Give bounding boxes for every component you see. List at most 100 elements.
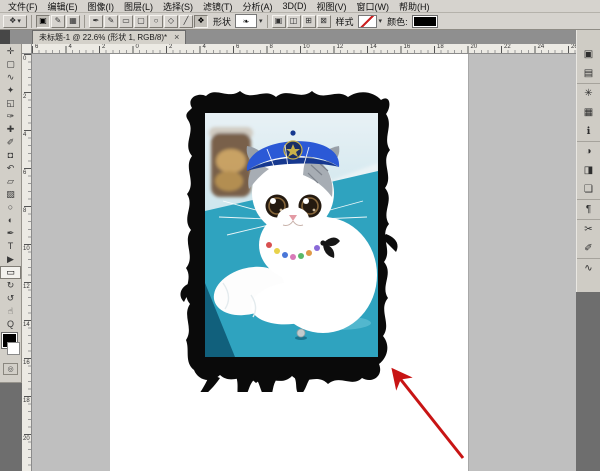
framed-cat-artwork[interactable] <box>176 84 398 392</box>
shape-color-swatch[interactable] <box>412 15 438 28</box>
shape-tool-button[interactable]: ◇ <box>164 15 178 28</box>
ruler-corner[interactable] <box>22 44 32 54</box>
close-icon[interactable]: × <box>174 33 179 42</box>
menu-item[interactable]: 滤镜(T) <box>198 0 238 13</box>
tool-options-bar: ❖ ▾ ▣ ✎ ▦ ✒ ✎ ▭ ▢ ○ <box>0 13 600 30</box>
animation-panel-icon: ∿ <box>584 263 592 274</box>
shape-preset-thumbnail[interactable]: ❧ <box>235 14 257 28</box>
ruler-tick-label: 14 <box>23 322 30 328</box>
shape-tool-button[interactable]: ▢ <box>134 15 148 28</box>
toolbar-tool[interactable]: ✛ <box>0 45 21 58</box>
menu-item[interactable]: 文件(F) <box>3 0 43 13</box>
path-operation-button[interactable]: ⊠ <box>317 15 331 28</box>
draw-mode-button[interactable]: ✎ <box>51 15 65 28</box>
toolbar-tool[interactable]: ✒ <box>0 227 21 240</box>
path-operation-button[interactable]: ▣ <box>272 15 286 28</box>
tool-icon: ◱ <box>6 99 15 108</box>
tool-icon: ✐ <box>7 138 15 147</box>
toolbar-tool[interactable]: ✚ <box>0 123 21 136</box>
draw-mode-button[interactable]: ▦ <box>66 15 80 28</box>
toolbar-tool[interactable]: ▭ <box>0 266 21 279</box>
toolbar-tool[interactable]: ☝ <box>0 305 21 318</box>
toolbar-tool[interactable]: ↺ <box>0 292 21 305</box>
ruler-tick-label: 2 <box>169 44 172 50</box>
horizontal-ruler[interactable]: 6 4 2 0 2 4 6 8 10 12 14 16 18 20 22 <box>32 44 576 54</box>
toolbar-tool[interactable]: ◐ <box>0 214 21 227</box>
tool-panel-footer <box>0 377 22 383</box>
ruler-tick-label: 16 <box>404 44 411 50</box>
toolbar-tool[interactable]: ↶ <box>0 162 21 175</box>
histogram-panel-icon: ▤ <box>584 68 593 79</box>
menu-item[interactable]: 编辑(E) <box>43 0 83 13</box>
menu-item[interactable]: 分析(A) <box>238 0 278 13</box>
path-operation-icon: ⊠ <box>320 17 327 25</box>
tool-icon: ↻ <box>7 281 15 290</box>
toolbar-tool[interactable]: ◘ <box>0 149 21 162</box>
toolbar-tool[interactable]: ∿ <box>0 71 21 84</box>
tool-icon: ▢ <box>6 60 15 69</box>
tool-icon: ▨ <box>6 190 15 199</box>
shape-tool-icon: ○ <box>154 17 159 25</box>
shape-tool-icon: ▭ <box>122 17 130 25</box>
ruler-tick-label: 20 <box>471 44 478 50</box>
menu-item[interactable]: 选择(S) <box>158 0 198 13</box>
ruler-tick-label: 8 <box>23 208 26 214</box>
path-operation-button[interactable]: ◫ <box>287 15 301 28</box>
shape-tool-icon: ✒ <box>93 17 100 25</box>
toolbar-tool[interactable]: ✦ <box>0 84 21 97</box>
shape-tool-button[interactable]: ▭ <box>119 15 133 28</box>
menu-item[interactable]: 图像(I) <box>83 0 120 13</box>
tool-preset-picker[interactable]: ❖ ▾ <box>3 15 27 28</box>
menu-item[interactable]: 3D(D) <box>278 1 312 11</box>
tool-icon: ↺ <box>7 294 15 303</box>
chevron-down-icon[interactable]: ▾ <box>379 17 383 25</box>
ruler-tick-label: 14 <box>370 44 377 50</box>
ruler-tick-label: 10 <box>303 44 310 50</box>
toolbar-tool[interactable]: ○ <box>0 201 21 214</box>
document-tab[interactable]: 未标题-1 @ 22.6% (形状 1, RGB/8)* × <box>32 30 186 44</box>
background-color-swatch[interactable] <box>7 342 20 355</box>
shape-tool-icon: ╱ <box>184 17 189 25</box>
tab-bar-spacer <box>10 30 32 44</box>
toolbar-tool[interactable]: ✑ <box>0 110 21 123</box>
ruler-tick-label: 24 <box>538 44 545 50</box>
ruler-tick-label: 12 <box>337 44 344 50</box>
toolbar-tool[interactable]: ↻ <box>0 279 21 292</box>
shape-tool-button[interactable]: ╱ <box>179 15 193 28</box>
toolbar-tool[interactable]: ▨ <box>0 188 21 201</box>
tool-icon: ✑ <box>7 112 15 121</box>
path-operation-icon: ⊞ <box>305 17 312 25</box>
menu-item[interactable]: 视图(V) <box>312 0 352 13</box>
menu-item[interactable]: 窗口(W) <box>352 0 395 13</box>
toolbar-tool[interactable]: Q <box>0 318 21 331</box>
tool-icon: ☝ <box>8 307 13 316</box>
shape-tool-button[interactable]: ❖ <box>194 15 208 28</box>
ruler-tick-label: 2 <box>23 94 26 100</box>
divider <box>84 15 85 28</box>
style-label: 样式 <box>336 15 354 28</box>
toolbar-tool[interactable]: ▶ <box>0 253 21 266</box>
document-tab-bar: 未标题-1 @ 22.6% (形状 1, RGB/8)* × <box>0 30 576 44</box>
quick-mask-button[interactable]: ◎ <box>3 363 18 375</box>
menu-item[interactable]: 帮助(H) <box>394 0 435 13</box>
toolbar-tool[interactable]: ◱ <box>0 97 21 110</box>
tab-bar-corner <box>0 30 10 44</box>
shape-tool-button[interactable]: ○ <box>149 15 163 28</box>
small-bead <box>297 329 305 337</box>
toolbar-tool[interactable]: ▱ <box>0 175 21 188</box>
chevron-down-icon[interactable]: ▾ <box>259 17 263 25</box>
masks-panel-icon: ◨ <box>584 165 593 176</box>
menu-item[interactable]: 图层(L) <box>119 0 158 13</box>
ruler-tick-label: 18 <box>23 398 30 404</box>
path-operation-button[interactable]: ⊞ <box>302 15 316 28</box>
draw-mode-button[interactable]: ▣ <box>36 15 50 28</box>
toolbar-tool[interactable]: ✐ <box>0 136 21 149</box>
toolbar-tool[interactable]: ▢ <box>0 58 21 71</box>
ruler-tick-label: 6 <box>35 44 38 50</box>
shape-tool-button[interactable]: ✎ <box>104 15 118 28</box>
style-swatch[interactable] <box>358 15 377 28</box>
shape-tool-button[interactable]: ✒ <box>89 15 103 28</box>
vertical-ruler[interactable]: 0 2 4 6 8 10 12 14 16 18 20 <box>22 54 32 471</box>
toolbar-tool[interactable]: T <box>0 240 21 253</box>
background-jar <box>209 127 253 197</box>
